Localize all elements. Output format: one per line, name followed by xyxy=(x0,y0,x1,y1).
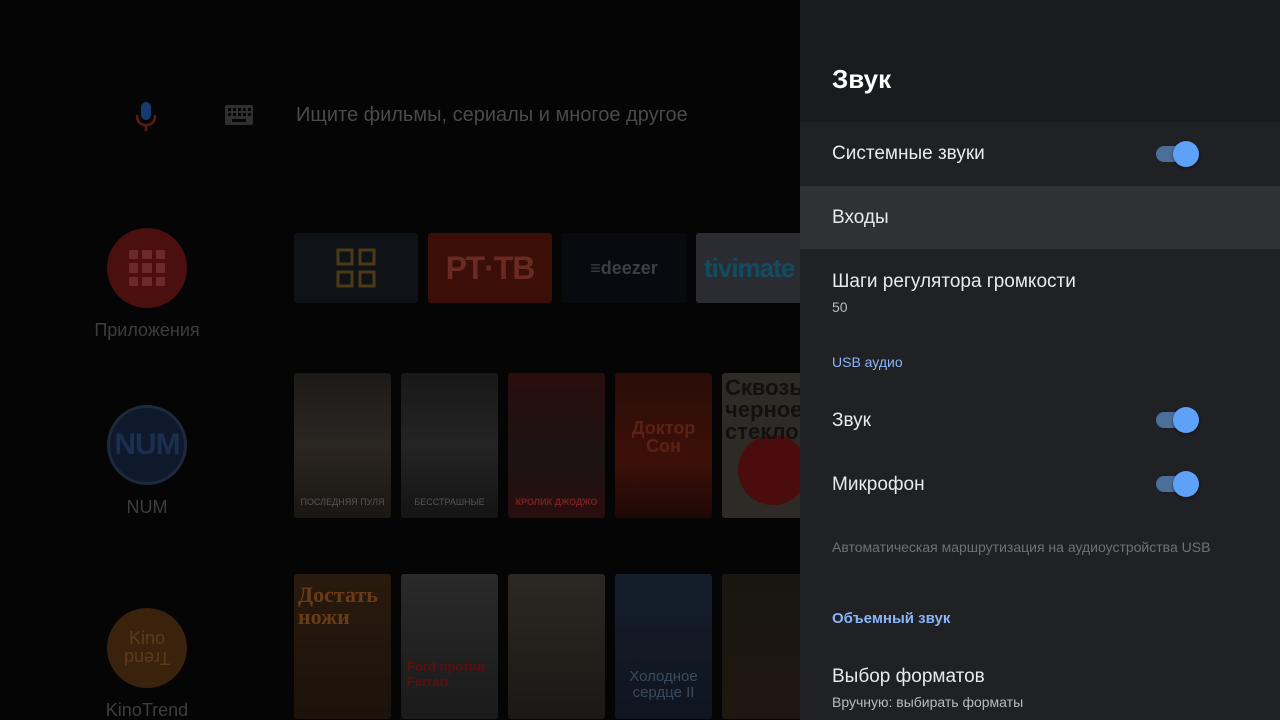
poster-card[interactable]: Кролик Джоджо xyxy=(508,373,605,518)
side-app-label: NUM xyxy=(126,497,168,517)
poster-title: Бесстрашные xyxy=(414,497,485,507)
poster-card[interactable]: Ford против Ferrari xyxy=(401,574,498,719)
section-usb-audio: USB аудио xyxy=(832,354,903,370)
poster-artwork xyxy=(738,435,800,505)
setting-inputs[interactable]: Входы xyxy=(800,186,1280,249)
side-app-kinotrend[interactable]: Kino Trend KinoTrend xyxy=(67,608,227,720)
setting-title: Системные звуки xyxy=(832,143,985,164)
microphone-icon[interactable] xyxy=(132,100,160,132)
grid-squares-icon xyxy=(336,248,376,288)
system-sounds-toggle[interactable] xyxy=(1156,141,1200,167)
setting-title: Микрофон xyxy=(832,474,925,495)
side-app-label: Приложения xyxy=(94,320,200,340)
poster-title: Кролик Джоджо xyxy=(515,497,598,507)
poster-card[interactable]: Бесстрашные xyxy=(401,373,498,518)
poster-row-2: Достать ножи Ford против Ferrari Холодно… xyxy=(294,574,800,719)
poster-card[interactable]: Сквозь черное стекло xyxy=(722,373,800,518)
keyboard-icon[interactable] xyxy=(224,104,254,126)
deezer-logo: ≡deezer xyxy=(590,257,658,278)
sound-settings-panel: Звук Системные звуки Входы Шаги регулято… xyxy=(800,0,1280,720)
app-tiles-row: РТ·ТВ ≡deezer tivimate xyxy=(294,233,800,303)
section-surround-sound: Объемный звук xyxy=(832,610,951,627)
setting-title: Шаги регулятора громкости xyxy=(832,271,1076,292)
kinotrend-logo-line: Kino xyxy=(128,628,166,648)
poster-card[interactable] xyxy=(722,574,800,719)
poster-card[interactable]: Последняя пуля xyxy=(294,373,391,518)
setting-usb-sound[interactable]: Звук xyxy=(800,388,1280,452)
usb-microphone-toggle[interactable] xyxy=(1156,471,1200,497)
side-app-num[interactable]: NUM NUM xyxy=(67,405,227,518)
num-logo-icon: NUM xyxy=(107,405,187,485)
side-app-applications[interactable]: Приложения xyxy=(67,228,227,341)
setting-title: Входы xyxy=(832,207,889,228)
panel-title: Звук xyxy=(832,64,892,94)
poster-row-1: Последняя пуля Бесстрашные Кролик Джоджо… xyxy=(294,373,800,518)
setting-title: Выбор форматов xyxy=(832,666,985,687)
apps-grid-icon xyxy=(107,228,187,308)
usb-sound-toggle[interactable] xyxy=(1156,407,1200,433)
poster-title: Ford против Ferrari xyxy=(407,659,486,689)
app-tile-apps[interactable] xyxy=(294,233,418,303)
kinotrend-logo-icon: Kino Trend xyxy=(107,608,187,688)
launcher-background: Ищите фильмы, сериалы и многое другое Пр… xyxy=(0,0,800,720)
poster-title: Последняя пуля xyxy=(300,497,385,507)
setting-value: 50 xyxy=(832,299,848,315)
app-tile-deezer[interactable]: ≡deezer xyxy=(562,233,686,303)
poster-title: Достать ножи xyxy=(298,582,378,629)
setting-usb-microphone[interactable]: Микрофон xyxy=(800,452,1280,516)
app-tile-tivimate[interactable]: tivimate xyxy=(696,233,800,303)
setting-volume-steps[interactable]: Шаги регулятора громкости 50 xyxy=(800,249,1280,329)
tivimate-logo: tivimate xyxy=(704,252,795,283)
poster-card[interactable]: Доктор Сон xyxy=(615,373,712,518)
poster-card[interactable]: Холодное сердце II xyxy=(615,574,712,719)
poster-card[interactable]: Достать ножи xyxy=(294,574,391,719)
setting-value: Вручную: выбирать форматы xyxy=(832,694,1024,710)
toggle-knob xyxy=(1173,471,1199,497)
num-logo-text: NUM xyxy=(114,428,180,461)
toggle-knob xyxy=(1173,141,1199,167)
poster-title: Холодное сердце II xyxy=(629,668,698,701)
toggle-knob xyxy=(1173,407,1199,433)
setting-select-formats[interactable]: Выбор форматов Вручную: выбирать форматы xyxy=(800,646,1280,720)
setting-title: Звук xyxy=(832,410,871,431)
poster-title: Доктор Сон xyxy=(631,418,696,456)
kinotrend-logo-line: Trend xyxy=(123,648,171,668)
setting-system-sounds[interactable]: Системные звуки xyxy=(800,122,1280,186)
poster-title: Сквозь черное стекло xyxy=(725,375,800,444)
poster-card[interactable] xyxy=(508,574,605,719)
search-placeholder: Ищите фильмы, сериалы и многое другое xyxy=(296,104,688,126)
panel-header: Звук xyxy=(800,0,1280,122)
usb-routing-note: Автоматическая маршрутизация на аудиоуст… xyxy=(832,539,1211,555)
app-tile-rttv[interactable]: РТ·ТВ xyxy=(428,233,552,303)
side-app-label: KinoTrend xyxy=(105,700,189,720)
rttv-logo: РТ·ТВ xyxy=(445,249,536,286)
